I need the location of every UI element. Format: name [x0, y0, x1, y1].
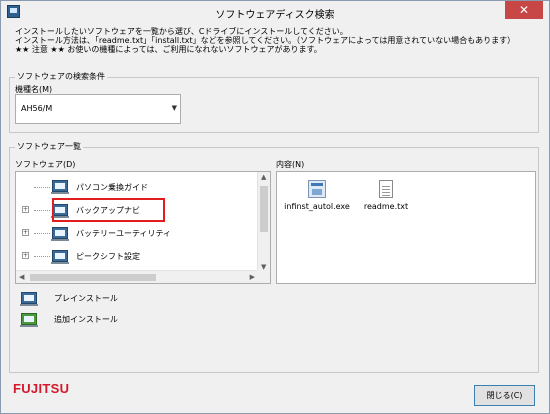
scroll-left-icon[interactable]: ◀: [19, 273, 24, 281]
model-select-value: AH56/M: [21, 104, 53, 113]
tree-item-label: パソコン乗換ガイド: [76, 183, 148, 192]
software-tree[interactable]: パソコン乗換ガイド + バックアップナビ + バッテリーユーティリティ + ピー…: [15, 171, 271, 284]
tree-connector: [34, 210, 50, 211]
software-label: ソフトウェア(D): [15, 160, 76, 169]
contents-label: 内容(N): [276, 160, 305, 169]
tree-connector: [34, 233, 50, 234]
chevron-down-icon[interactable]: ▼: [172, 104, 177, 112]
scroll-up-icon[interactable]: ▲: [261, 173, 266, 181]
computer-icon: [51, 227, 69, 241]
computer-add-icon: [20, 313, 38, 327]
computer-icon: [51, 180, 69, 194]
title-bar: ソフトウェアディスク検索 ✕: [1, 1, 549, 23]
expand-icon[interactable]: +: [22, 252, 29, 259]
horizontal-scrollbar[interactable]: ◀ ▶: [16, 270, 258, 283]
contents-list[interactable]: infinst_autol.exe readme.txt: [276, 171, 536, 284]
search-conditions-title: ソフトウェアの検索条件: [15, 71, 107, 82]
computer-icon: [20, 292, 38, 306]
expand-icon[interactable]: +: [22, 206, 29, 213]
tree-connector: [34, 256, 50, 257]
software-disk-search-window: ソフトウェアディスク検索 ✕ インストールしたいソフトウェアを一覧から選び、Cド…: [0, 0, 550, 414]
tree-item[interactable]: + ピークシフト設定: [16, 245, 256, 267]
expand-icon[interactable]: +: [22, 229, 29, 236]
tree-item[interactable]: + バッテリーユーティリティ: [16, 222, 256, 244]
scroll-corner: [257, 270, 270, 283]
file-item[interactable]: infinst_autol.exe: [283, 180, 351, 211]
tree-item-label: ピークシフト設定: [76, 252, 140, 261]
instructions: インストールしたいソフトウェアを一覧から選び、Cドライブにインストールしてくださ…: [15, 27, 515, 54]
window-close-button[interactable]: ✕: [505, 1, 543, 19]
software-list-title: ソフトウェア一覧: [15, 141, 83, 152]
tree-connector: [34, 187, 50, 188]
file-name: infinst_autol.exe: [284, 202, 350, 211]
vertical-scroll-thumb[interactable]: [260, 186, 268, 232]
window-title: ソフトウェアディスク検索: [215, 10, 335, 21]
horizontal-scroll-thumb[interactable]: [30, 274, 156, 281]
file-name: readme.txt: [363, 202, 409, 211]
vertical-scrollbar[interactable]: ▲ ▼: [257, 172, 270, 272]
model-select[interactable]: AH56/M ▼: [15, 94, 181, 124]
text-file-icon: [379, 180, 393, 198]
tree-item-label: バッテリーユーティリティ: [76, 229, 172, 238]
instruction-line-1: インストールしたいソフトウェアを一覧から選び、Cドライブにインストールしてくださ…: [15, 27, 348, 36]
instruction-line-3: ★★ 注意 ★★ お使いの機種によっては、ご利用になれないソフトウェアがあります…: [15, 45, 322, 54]
fujitsu-logo: FUJITSU: [13, 381, 70, 396]
instruction-line-2: インストール方法は、「readme.txt」「install.txt」などを参照…: [15, 36, 516, 45]
tree-item[interactable]: パソコン乗換ガイド: [16, 176, 256, 198]
computer-icon: [51, 250, 69, 264]
highlight-box: [52, 198, 165, 222]
legend-additional-label: 追加インストール: [54, 315, 118, 324]
exe-file-icon: [308, 180, 326, 198]
close-button[interactable]: 閉じる(C): [474, 385, 535, 406]
legend-preinstall-label: プレインストール: [54, 294, 118, 303]
scroll-right-icon[interactable]: ▶: [250, 273, 255, 281]
file-item[interactable]: readme.txt: [359, 180, 413, 211]
